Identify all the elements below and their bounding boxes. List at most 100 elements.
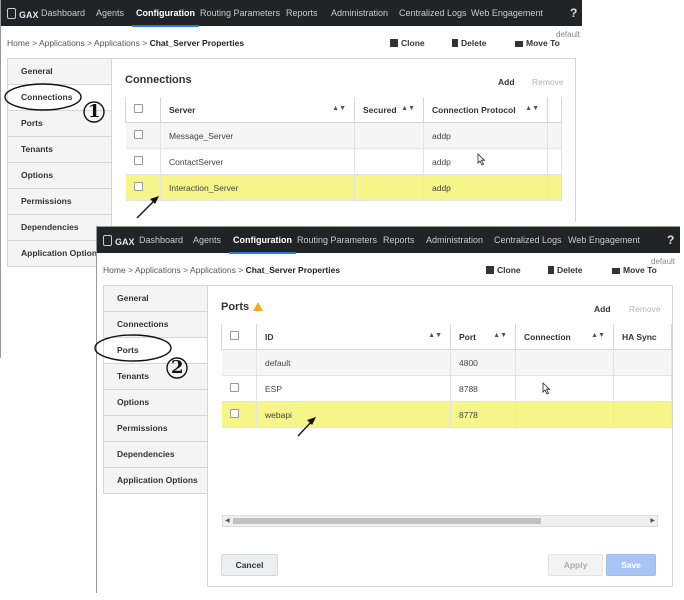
- column-header-ha-sync[interactable]: HA Sync: [613, 324, 672, 350]
- table-row[interactable]: Message_Server addp: [125, 122, 562, 149]
- table-row-highlighted[interactable]: Interaction_Server addp: [125, 174, 562, 201]
- breadcrumb-current: Chat_Server Properties: [149, 38, 245, 48]
- horizontal-scrollbar[interactable]: ◀ ▶: [222, 515, 658, 527]
- column-header-server[interactable]: Server ▲▼: [160, 97, 355, 123]
- nav-centralized-logs[interactable]: Centralized Logs: [494, 235, 562, 245]
- row-checkbox[interactable]: [133, 182, 143, 191]
- apply-button[interactable]: Apply: [548, 554, 603, 576]
- move-to-button[interactable]: Move To: [515, 38, 560, 48]
- add-button[interactable]: Add: [594, 304, 611, 314]
- help-icon[interactable]: ?: [570, 6, 577, 20]
- clone-button[interactable]: Clone: [390, 38, 425, 48]
- select-all-checkbox[interactable]: [230, 331, 239, 340]
- table-row-highlighted[interactable]: webapi 8778: [221, 401, 672, 428]
- sidebar-item-options[interactable]: Options: [104, 390, 208, 416]
- breadcrumb-applications[interactable]: Applications: [94, 38, 140, 48]
- nav-routing-parameters[interactable]: Routing Parameters: [297, 235, 377, 245]
- column-header-secured[interactable]: Secured ▲▼: [354, 97, 424, 123]
- sidebar-item-permissions[interactable]: Permissions: [104, 416, 208, 442]
- column-label: Server: [169, 104, 196, 115]
- row-checkbox[interactable]: [133, 156, 143, 165]
- sidebar-item-application-options[interactable]: Application Options: [104, 468, 208, 494]
- table-row[interactable]: ContactServer addp: [125, 148, 562, 175]
- nav-agents[interactable]: Agents: [96, 8, 124, 18]
- sidebar-item-connections[interactable]: Connections: [104, 312, 208, 338]
- cell-protocol: addp: [423, 174, 548, 201]
- nav-web-engagement[interactable]: Web Engagement: [568, 235, 640, 245]
- scroll-right-icon[interactable]: ▶: [650, 517, 655, 524]
- breadcrumb-applications[interactable]: Applications: [39, 38, 85, 48]
- row-checkbox[interactable]: [133, 130, 143, 139]
- nav-centralized-logs[interactable]: Centralized Logs: [399, 8, 467, 18]
- sidebar-item-permissions[interactable]: Permissions: [8, 189, 112, 215]
- breadcrumb-separator: >: [183, 265, 189, 275]
- nav-administration[interactable]: Administration: [331, 8, 388, 18]
- help-icon[interactable]: ?: [667, 233, 674, 247]
- sidebar-item-ports[interactable]: Ports: [104, 338, 208, 364]
- move-to-button[interactable]: Move To: [612, 265, 657, 275]
- nav-reports[interactable]: Reports: [383, 235, 415, 245]
- remove-button[interactable]: Remove: [629, 304, 661, 314]
- clone-label: Clone: [497, 265, 521, 275]
- clone-button[interactable]: Clone: [486, 265, 521, 275]
- add-button[interactable]: Add: [498, 77, 515, 87]
- sidebar-item-tenants[interactable]: Tenants: [8, 137, 112, 163]
- delete-label: Delete: [557, 265, 583, 275]
- sidebar-item-general[interactable]: General: [8, 59, 112, 85]
- clone-icon: [390, 39, 398, 47]
- delete-button[interactable]: Delete: [548, 265, 583, 275]
- table-row[interactable]: ESP 8788: [221, 375, 672, 402]
- sort-icon[interactable]: ▲▼: [591, 332, 605, 339]
- row-checkbox[interactable]: [229, 383, 239, 392]
- column-label: ID: [265, 331, 274, 342]
- cell-secured: [354, 148, 424, 175]
- nav-dashboard[interactable]: Dashboard: [139, 235, 183, 245]
- breadcrumb: Home > Applications > Applications > Cha…: [103, 265, 340, 275]
- sort-icon[interactable]: ▲▼: [493, 332, 507, 339]
- sidebar-item-dependencies[interactable]: Dependencies: [104, 442, 208, 468]
- breadcrumb-home[interactable]: Home: [7, 38, 30, 48]
- sidebar: General Connections Ports Tenants Option…: [103, 285, 209, 494]
- sidebar-item-general[interactable]: General: [104, 286, 208, 312]
- nav-agents[interactable]: Agents: [193, 235, 221, 245]
- breadcrumb-applications[interactable]: Applications: [190, 265, 236, 275]
- table-row[interactable]: default 4800: [221, 349, 672, 376]
- breadcrumb-applications[interactable]: Applications: [135, 265, 181, 275]
- nav-dashboard[interactable]: Dashboard: [41, 8, 85, 18]
- sort-icon[interactable]: ▲▼: [401, 105, 415, 112]
- sort-icon[interactable]: ▲▼: [428, 332, 442, 339]
- save-button[interactable]: Save: [606, 554, 656, 576]
- delete-button[interactable]: Delete: [452, 38, 487, 48]
- cell-server: ContactServer: [160, 148, 355, 175]
- breadcrumb: Home > Applications > Applications > Cha…: [7, 38, 244, 48]
- column-header-port[interactable]: Port ▲▼: [450, 324, 516, 350]
- step-2-badge: 2: [171, 357, 184, 378]
- cancel-button[interactable]: Cancel: [221, 554, 278, 576]
- nav-administration[interactable]: Administration: [426, 235, 483, 245]
- column-header-id[interactable]: ID ▲▼: [256, 324, 451, 350]
- nav-web-engagement[interactable]: Web Engagement: [471, 8, 543, 18]
- nav-reports[interactable]: Reports: [286, 8, 318, 18]
- column-header-connection-protocol[interactable]: Connection Protocol ▲▼: [423, 97, 548, 123]
- scroll-left-icon[interactable]: ◀: [225, 517, 230, 524]
- nav-configuration[interactable]: Configuration: [229, 235, 296, 254]
- sidebar-item-options[interactable]: Options: [8, 163, 112, 189]
- trash-icon: [548, 266, 554, 274]
- column-label: Port: [459, 331, 476, 342]
- ports-table: ID ▲▼ Port ▲▼ Connection ▲▼ HA Sync default…: [221, 324, 672, 428]
- gax-logo[interactable]: GAX: [7, 8, 39, 20]
- cell-ha-sync: [613, 349, 672, 376]
- nav-configuration[interactable]: Configuration: [132, 8, 199, 27]
- breadcrumb-home[interactable]: Home: [103, 265, 126, 275]
- column-header-connection[interactable]: Connection ▲▼: [515, 324, 614, 350]
- sort-icon[interactable]: ▲▼: [525, 105, 539, 112]
- sort-icon[interactable]: ▲▼: [332, 105, 346, 112]
- nav-routing-parameters[interactable]: Routing Parameters: [200, 8, 280, 18]
- gax-logo[interactable]: GAX: [103, 235, 135, 247]
- scrollbar-thumb[interactable]: [233, 518, 541, 524]
- remove-button[interactable]: Remove: [532, 77, 564, 87]
- delete-label: Delete: [461, 38, 487, 48]
- row-checkbox[interactable]: [229, 409, 239, 418]
- select-all-checkbox[interactable]: [134, 104, 143, 113]
- sidebar-item-tenants[interactable]: Tenants: [104, 364, 208, 390]
